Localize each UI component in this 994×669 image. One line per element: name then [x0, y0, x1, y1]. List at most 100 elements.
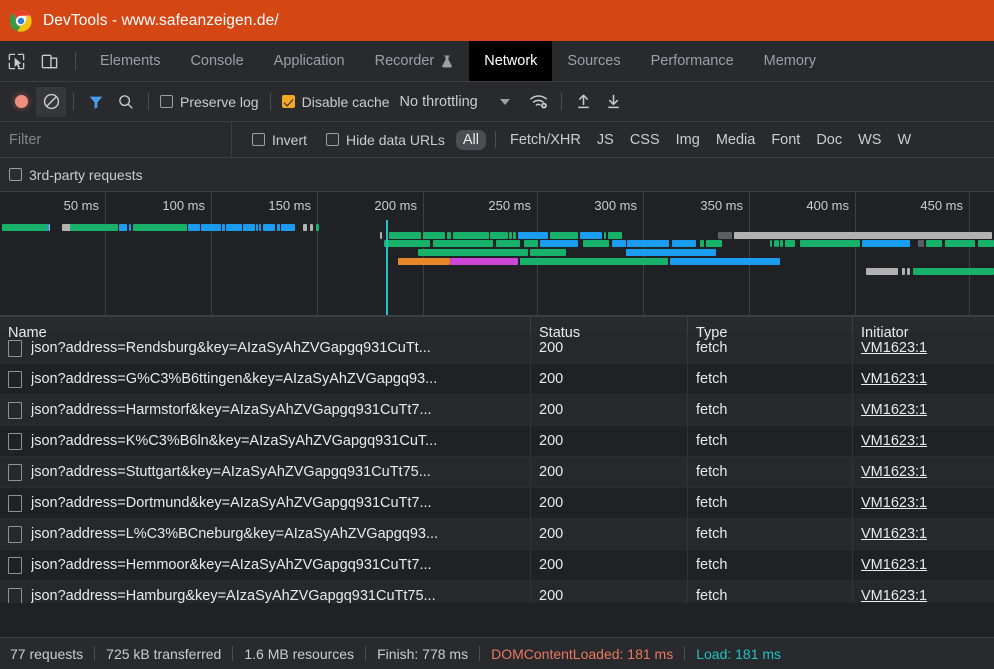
overview-tick-label: 250 ms — [488, 198, 531, 213]
tab-application[interactable]: Application — [259, 41, 360, 81]
cell-name[interactable]: json?address=Hamburg&key=AIzaSyAhZVGapgq… — [0, 581, 531, 603]
filter-type-css[interactable]: CSS — [623, 130, 667, 150]
overview-waterfall-row — [0, 240, 994, 247]
tab-console[interactable]: Console — [175, 41, 258, 81]
cell-initiator[interactable]: VM1623:1 — [853, 457, 994, 487]
request-name: json?address=L%C3%BCneburg&key=AIzaSyAhZ… — [31, 526, 439, 542]
initiator-link[interactable]: VM1623:1 — [861, 588, 927, 603]
window-titlebar: DevTools - www.safeanzeigen.de/ — [0, 0, 994, 41]
cell-initiator[interactable]: VM1623:1 — [853, 395, 994, 425]
cell-name[interactable]: json?address=Harmstorf&key=AIzaSyAhZVGap… — [0, 395, 531, 425]
filter-type-doc[interactable]: Doc — [809, 130, 849, 150]
filter-input[interactable]: Filter — [0, 122, 232, 157]
requests-table-body[interactable]: json?address=Rendsburg&key=AIzaSyAhZVGap… — [0, 333, 994, 603]
cell-status: 200 — [531, 550, 688, 580]
initiator-link[interactable]: VM1623:1 — [861, 464, 927, 480]
filter-type-fetch-xhr[interactable]: Fetch/XHR — [503, 130, 588, 150]
initiator-link[interactable]: VM1623:1 — [861, 557, 927, 573]
filter-type-media[interactable]: Media — [709, 130, 763, 150]
cell-initiator[interactable]: VM1623:1 — [853, 488, 994, 518]
tab-performance[interactable]: Performance — [636, 41, 749, 81]
disable-cache-checkbox[interactable]: Disable cache — [278, 94, 394, 110]
wifi-settings-icon[interactable] — [524, 87, 554, 117]
resources-size: 1.6 MB resources — [244, 645, 355, 662]
finish-time: Finish: 778 ms — [377, 645, 469, 662]
tab-elements[interactable]: Elements — [85, 41, 175, 81]
inspect-element-icon[interactable] — [0, 41, 33, 81]
tab-recorder[interactable]: Recorder — [360, 41, 470, 81]
cell-initiator[interactable]: VM1623:1 — [853, 581, 994, 603]
cell-status: 200 — [531, 364, 688, 394]
table-row[interactable]: json?address=K%C3%B6ln&key=AIzaSyAhZVGap… — [0, 426, 994, 457]
overview-waterfall-row — [0, 224, 994, 231]
tab-sources[interactable]: Sources — [552, 41, 635, 81]
initiator-link[interactable]: VM1623:1 — [861, 526, 927, 542]
network-overview-timeline[interactable]: 50 ms 100 ms 150 ms 200 ms 250 ms 300 ms… — [0, 192, 994, 316]
initiator-link[interactable]: VM1623:1 — [861, 340, 927, 356]
search-icon[interactable] — [111, 87, 141, 117]
cell-name[interactable]: json?address=G%C3%B6ttingen&key=AIzaSyAh… — [0, 364, 531, 394]
table-row[interactable]: json?address=Hamburg&key=AIzaSyAhZVGapgq… — [0, 581, 994, 603]
overview-tick-label: 100 ms — [162, 198, 205, 213]
table-row[interactable]: json?address=Rendsburg&key=AIzaSyAhZVGap… — [0, 333, 994, 364]
cell-initiator[interactable]: VM1623:1 — [853, 333, 994, 363]
table-row[interactable]: json?address=Dortmund&key=AIzaSyAhZVGapg… — [0, 488, 994, 519]
cell-type: fetch — [688, 364, 853, 394]
filter-type-font[interactable]: Font — [764, 130, 807, 150]
cell-name[interactable]: json?address=Rendsburg&key=AIzaSyAhZVGap… — [0, 333, 531, 363]
initiator-link[interactable]: VM1623:1 — [861, 371, 927, 387]
request-name: json?address=G%C3%B6ttingen&key=AIzaSyAh… — [31, 371, 438, 387]
document-icon — [8, 370, 22, 388]
overview-tick-label: 50 ms — [63, 198, 99, 213]
checkbox-box — [326, 133, 340, 146]
device-toolbar-icon[interactable] — [33, 41, 66, 81]
preserve-log-label: Preserve log — [180, 93, 259, 110]
cell-name[interactable]: json?address=Dortmund&key=AIzaSyAhZVGapg… — [0, 488, 531, 518]
invert-label: Invert — [272, 131, 308, 148]
filter-type-ws[interactable]: WS — [851, 130, 888, 150]
table-row[interactable]: json?address=Stuttgart&key=AIzaSyAhZVGap… — [0, 457, 994, 488]
table-row[interactable]: json?address=Harmstorf&key=AIzaSyAhZVGap… — [0, 395, 994, 426]
chevron-down-icon[interactable] — [499, 98, 510, 105]
cell-initiator[interactable]: VM1623:1 — [853, 426, 994, 456]
tab-memory[interactable]: Memory — [749, 41, 831, 81]
filter-funnel-icon[interactable] — [81, 87, 111, 117]
invert-checkbox[interactable]: Invert — [248, 132, 311, 148]
filter-type-wasm[interactable]: W — [890, 130, 918, 150]
filter-type-js[interactable]: JS — [590, 130, 621, 150]
export-har-icon[interactable] — [569, 87, 599, 117]
experiment-flask-icon — [442, 55, 453, 67]
filter-type-img[interactable]: Img — [669, 130, 707, 150]
cell-name[interactable]: json?address=Hemmoor&key=AIzaSyAhZVGapgq… — [0, 550, 531, 580]
document-icon — [8, 339, 22, 357]
import-har-icon[interactable] — [599, 87, 629, 117]
devtools-tabbar: Elements Console Application Recorder Ne… — [0, 41, 994, 82]
tab-label: Sources — [567, 53, 621, 69]
initiator-link[interactable]: VM1623:1 — [861, 433, 927, 449]
filter-type-all[interactable]: All — [455, 129, 486, 150]
initiator-link[interactable]: VM1623:1 — [861, 402, 927, 418]
table-row[interactable]: json?address=Hemmoor&key=AIzaSyAhZVGapgq… — [0, 550, 994, 581]
clear-network-log-icon[interactable] — [36, 86, 66, 117]
cell-initiator[interactable]: VM1623:1 — [853, 364, 994, 394]
preserve-log-checkbox[interactable]: Preserve log — [156, 94, 263, 110]
cell-initiator[interactable]: VM1623:1 — [853, 550, 994, 580]
third-party-requests-checkbox[interactable]: 3rd-party requests — [9, 167, 147, 183]
overview-waterfall-row — [0, 232, 994, 239]
table-row[interactable]: json?address=G%C3%B6ttingen&key=AIzaSyAh… — [0, 364, 994, 395]
cell-status: 200 — [531, 457, 688, 487]
record-stop-icon[interactable] — [6, 87, 36, 117]
cell-type: fetch — [688, 519, 853, 549]
cell-name[interactable]: json?address=K%C3%B6ln&key=AIzaSyAhZVGap… — [0, 426, 531, 456]
cell-name[interactable]: json?address=Stuttgart&key=AIzaSyAhZVGap… — [0, 457, 531, 487]
cell-name[interactable]: json?address=L%C3%BCneburg&key=AIzaSyAhZ… — [0, 519, 531, 549]
initiator-link[interactable]: VM1623:1 — [861, 495, 927, 511]
hide-data-urls-checkbox[interactable]: Hide data URLs — [322, 132, 449, 148]
tab-network[interactable]: Network — [469, 41, 553, 81]
tab-label: Performance — [650, 53, 734, 69]
requests-count: 77 requests — [10, 645, 84, 662]
cell-type: fetch — [688, 395, 853, 425]
throttling-select[interactable]: No throttling — [400, 94, 478, 110]
table-row[interactable]: json?address=L%C3%BCneburg&key=AIzaSyAhZ… — [0, 519, 994, 550]
cell-initiator[interactable]: VM1623:1 — [853, 519, 994, 549]
